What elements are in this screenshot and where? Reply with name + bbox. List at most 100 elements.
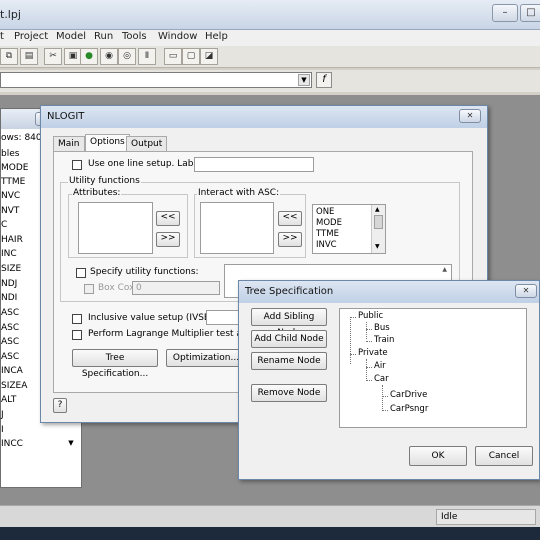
list-item[interactable]: TTME [1,177,25,187]
listbox-scrollbar[interactable]: ▲ ▼ [371,205,385,253]
list-item[interactable]: ONE [316,207,334,217]
list-item[interactable]: NDI [1,293,17,303]
tree-node-cardrive[interactable]: CarDrive [390,390,427,400]
menu-item-project[interactable]: Project [14,31,48,42]
help-button[interactable]: ? [53,398,67,413]
fx-button[interactable]: f [316,72,332,88]
attributes-add-left-button[interactable]: << [156,211,180,226]
scroll-thumb[interactable] [374,215,383,229]
specify-utility-checkbox[interactable] [76,268,86,278]
attributes-add-right-button[interactable]: >> [156,232,180,247]
menu-item-tools[interactable]: Tools [122,31,147,42]
rename-node-button[interactable]: Rename Node [251,352,327,370]
close-icon[interactable]: ✕ [515,284,537,298]
tree-node-carpsngr[interactable]: CarPsngr [390,404,428,414]
list-item[interactable]: ASC [1,308,19,318]
ok-button[interactable]: OK [409,446,467,466]
tree-connector [366,380,372,381]
ivset-checkbox[interactable] [72,314,82,324]
optimization-button[interactable]: Optimization... [166,349,246,367]
toolbar-pause-icon[interactable]: Ⅱ [138,48,156,65]
add-child-node-button[interactable]: Add Child Node [251,330,327,348]
maximize-icon[interactable]: □ [520,4,540,22]
box-cox-input[interactable]: 0 [132,281,220,295]
scroll-down-icon[interactable]: ▼ [375,243,380,250]
list-item[interactable]: INCA [1,366,23,376]
app-title: t.lpj [0,8,21,21]
tab-options[interactable]: Options [85,134,130,152]
tree-node-car[interactable]: Car [374,374,389,384]
tree-node-private[interactable]: Private [358,348,388,358]
labels-input[interactable] [194,157,314,172]
interact-add-left-button[interactable]: << [278,211,302,226]
scroll-up-icon[interactable]: ▲ [442,266,447,273]
tab-main[interactable]: Main [53,136,85,152]
list-item[interactable]: ALT [1,395,16,405]
list-item[interactable]: SIZE [1,264,21,274]
tree-connector [366,367,372,368]
app-window: t.lpj – □ t Project Model Run Tools Wind… [0,0,540,540]
toolbar-frame-icon[interactable]: ▢ [182,48,200,65]
chevron-down-icon[interactable]: ▼ [298,74,310,86]
menu-item-run[interactable]: Run [94,31,113,42]
toolbar-run-icon[interactable]: ● [80,48,98,65]
menu-item-file[interactable]: t [0,31,4,42]
list-item[interactable]: I [1,425,4,435]
nlogit-title-bar: NLOGIT ✕ [41,106,487,128]
list-item[interactable]: ASC [1,352,19,362]
tree-node-public[interactable]: Public [358,311,383,321]
tree-spec-title-bar: Tree Specification ✕ [239,281,539,303]
tree-connector [350,317,356,318]
scroll-up-icon[interactable]: ▲ [375,206,380,213]
toolbar-paste-icon[interactable]: ▤ [20,48,38,65]
list-item[interactable]: bles [1,149,19,159]
toolbar-find-icon[interactable]: ◉ [100,48,118,65]
menu-item-help[interactable]: Help [205,31,228,42]
list-item[interactable]: HAIR [1,235,23,245]
command-combo[interactable]: ▼ [0,72,312,88]
toolbar-cut-icon[interactable]: ✂ [44,48,62,65]
list-item[interactable]: NVT [1,206,19,216]
list-item[interactable]: INCC [1,439,23,449]
status-cell: Idle [436,509,536,525]
minimize-icon[interactable]: – [492,4,518,22]
tree-specification-button[interactable]: Tree Specification... [72,349,158,379]
interact-asc-list[interactable] [200,202,274,254]
interact-add-right-button[interactable]: >> [278,232,302,247]
list-item[interactable]: ASC [1,337,19,347]
tree-view[interactable]: Public Bus Train Private Air Car CarDriv… [339,308,527,428]
menu-item-window[interactable]: Window [158,31,197,42]
tree-node-train[interactable]: Train [374,335,394,345]
toolbar-record-icon[interactable]: ◎ [118,48,136,65]
list-item[interactable]: NVC [1,191,20,201]
scroll-down-icon[interactable]: ▼ [63,439,79,453]
taskbar [0,527,540,540]
cancel-button[interactable]: Cancel [475,446,533,466]
toolbar: ⧉ ▤ ✂ ▣ ● ◉ ◎ Ⅱ ▭ ▢ ◪ [0,46,540,68]
list-item[interactable]: NDJ [1,279,17,289]
list-item[interactable]: INC [1,249,17,259]
list-item[interactable]: ASC [1,323,19,333]
one-line-setup-checkbox[interactable] [72,160,82,170]
list-item[interactable]: MODE [1,163,28,173]
close-icon[interactable]: ✕ [459,109,481,123]
attributes-list[interactable] [78,202,153,254]
toolbar-chart-icon[interactable]: ◪ [200,48,218,65]
box-cox-checkbox[interactable] [84,284,94,294]
list-item[interactable]: C [1,220,7,230]
list-item[interactable]: SIZEA [1,381,27,391]
toolbar-copy-icon[interactable]: ⧉ [0,48,18,65]
list-item[interactable]: MODE [316,218,342,228]
toolbar-window-icon[interactable]: ▭ [164,48,182,65]
lm-test-checkbox[interactable] [72,330,82,340]
tree-node-bus[interactable]: Bus [374,323,390,333]
list-item[interactable]: J [1,410,4,420]
remove-node-button[interactable]: Remove Node [251,384,327,402]
list-item[interactable]: INVC [316,240,337,250]
add-sibling-node-button[interactable]: Add Sibling Node [251,308,327,338]
list-item[interactable]: TTME [316,229,339,239]
tab-output[interactable]: Output [126,136,168,152]
tree-node-air[interactable]: Air [374,361,386,371]
menu-item-model[interactable]: Model [56,31,86,42]
variables-listbox[interactable]: ONE MODE TTME INVC ▲ ▼ [312,204,386,254]
